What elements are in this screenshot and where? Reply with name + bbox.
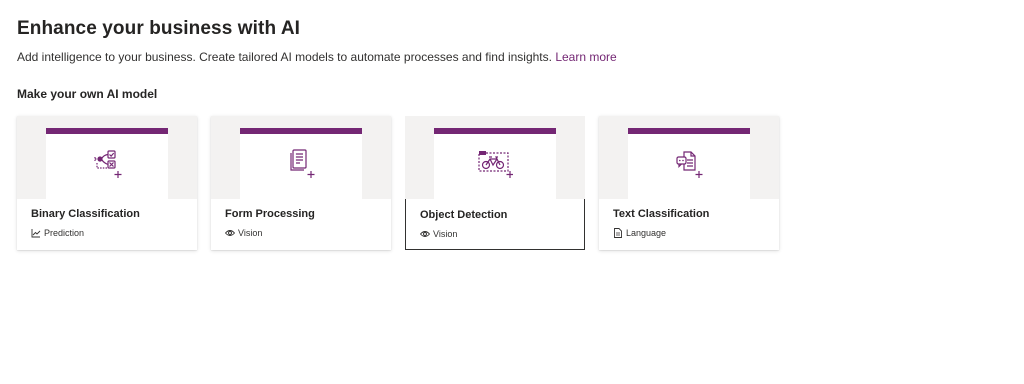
card-hero-panel (46, 128, 168, 199)
model-card-binary-classification[interactable]: Binary Classification Prediction (17, 116, 197, 250)
card-category: Language (613, 228, 666, 238)
card-hero (405, 116, 585, 199)
document-icon (614, 228, 622, 238)
learn-more-link[interactable]: Learn more (555, 50, 616, 64)
card-category: Vision (225, 228, 262, 238)
card-hero (17, 116, 197, 199)
card-title: Form Processing (225, 208, 315, 220)
card-hero (211, 116, 391, 199)
text-classification-icon (676, 151, 703, 178)
card-title: Object Detection (420, 209, 508, 221)
eye-icon (225, 230, 235, 236)
eye-icon (420, 231, 430, 237)
trend-chart-icon (31, 229, 41, 238)
model-card-object-detection[interactable]: Object Detection Vision (405, 116, 585, 250)
binary-classification-icon (94, 150, 122, 178)
card-hero-panel (434, 128, 556, 199)
card-hero-panel (628, 128, 750, 199)
card-category-label: Vision (433, 229, 458, 239)
card-category: Prediction (31, 228, 84, 238)
card-category-label: Vision (238, 228, 263, 238)
model-card-text-classification[interactable]: Text Classification Language (599, 116, 779, 250)
description-text: Add intelligence to your business. Creat… (17, 50, 552, 64)
object-detection-icon (478, 151, 513, 178)
model-card-form-processing[interactable]: Form Processing Vision (211, 116, 391, 250)
card-hero-panel (240, 128, 362, 199)
form-processing-icon (290, 149, 315, 178)
page-title: Enhance your business with AI (17, 18, 301, 39)
card-title: Binary Classification (31, 208, 140, 220)
card-hero (599, 116, 779, 199)
card-category: Vision (420, 229, 457, 239)
card-category-label: Language (626, 228, 667, 238)
section-title: Make your own AI model (17, 87, 158, 101)
page-description: Add intelligence to your business. Creat… (17, 50, 617, 64)
card-category-label: Prediction (44, 228, 85, 238)
card-title: Text Classification (613, 208, 710, 220)
